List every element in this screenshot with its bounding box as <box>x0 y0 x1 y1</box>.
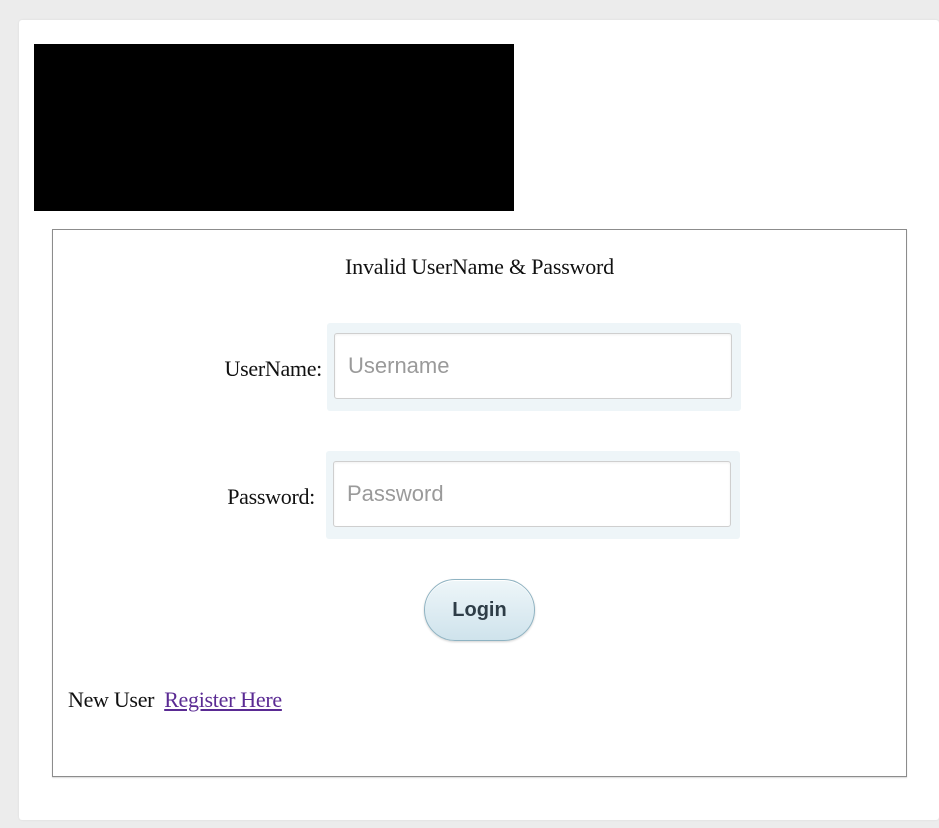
page-background: Invalid UserName & Password UserName: Pa… <box>0 0 939 828</box>
new-user-row: New User Register Here <box>68 687 282 713</box>
register-link[interactable]: Register Here <box>164 687 282 712</box>
password-label: Password: <box>227 484 315 509</box>
username-field-container <box>327 323 741 411</box>
redacted-logo-image <box>34 44 514 211</box>
login-button[interactable]: Login <box>424 579 535 641</box>
username-label: UserName: <box>224 356 323 381</box>
username-input[interactable] <box>334 333 732 399</box>
password-input[interactable] <box>333 461 731 527</box>
new-user-text: New User <box>68 687 155 712</box>
error-message: Invalid UserName & Password <box>345 254 614 279</box>
password-field-container <box>326 451 740 539</box>
login-form: Invalid UserName & Password UserName: Pa… <box>52 229 907 777</box>
content-card: Invalid UserName & Password UserName: Pa… <box>19 20 939 820</box>
